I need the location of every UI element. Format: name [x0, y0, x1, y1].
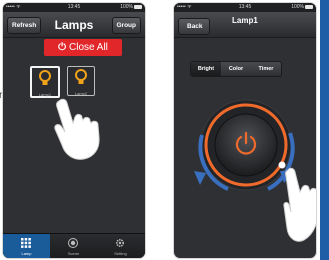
close-all-button[interactable]: ⏻ Close All [44, 39, 122, 56]
pointing-hand-icon [283, 167, 316, 242]
tab-label: Setting [114, 251, 127, 256]
segment-bright[interactable]: Bright [191, 62, 221, 76]
nav-bar: Refresh Lamps Group [3, 12, 145, 38]
side-accent-strip [320, 0, 329, 260]
tab-lamp[interactable]: Lamp [3, 234, 50, 258]
battery-icon [134, 5, 142, 9]
scene-icon [68, 238, 78, 248]
gear-icon [115, 238, 125, 248]
segment-color[interactable]: Color [221, 62, 251, 76]
tab-setting[interactable]: Setting [97, 234, 144, 258]
tab-label: Lamp [21, 251, 32, 256]
lamp-tile-2[interactable]: Lamp2 [67, 66, 95, 96]
back-button[interactable]: Back [178, 18, 210, 35]
bulb-icon [39, 70, 51, 85]
group-button[interactable]: Group [111, 17, 141, 34]
close-all-label: Close All [69, 42, 108, 53]
status-bar: ••••• ᯤ 13:45 100% [174, 3, 316, 12]
segment-timer[interactable]: Timer [251, 62, 281, 76]
lamps-screen: ••••• ᯤ 13:45 100% Refresh Lamps Group ⏻… [3, 3, 145, 258]
bulb-icon [75, 69, 87, 84]
battery-percent: 100% [291, 4, 304, 10]
mode-segmented-control: Bright Color Timer [190, 61, 282, 77]
status-bar: ••••• ᯤ 13:45 100% [3, 3, 145, 12]
battery-icon [305, 5, 313, 9]
tab-scene[interactable]: Scene [50, 234, 97, 258]
lamp-label: Lamp2 [74, 91, 88, 96]
tab-label: Scene [67, 251, 80, 256]
page-title: Lamp1 [232, 16, 258, 25]
battery-percent: 100% [120, 4, 133, 10]
lamp-detail-screen: ••••• ᯤ 13:45 100% Back Lamp1 Bright Col… [174, 3, 316, 258]
pointing-hand-icon [54, 98, 100, 160]
tab-bar: Lamp Scene Setting [3, 233, 145, 258]
lamp-tile-1[interactable]: Lamp1 [30, 66, 60, 98]
power-icon: ⏻ [58, 42, 66, 53]
grid-icon [21, 238, 31, 248]
